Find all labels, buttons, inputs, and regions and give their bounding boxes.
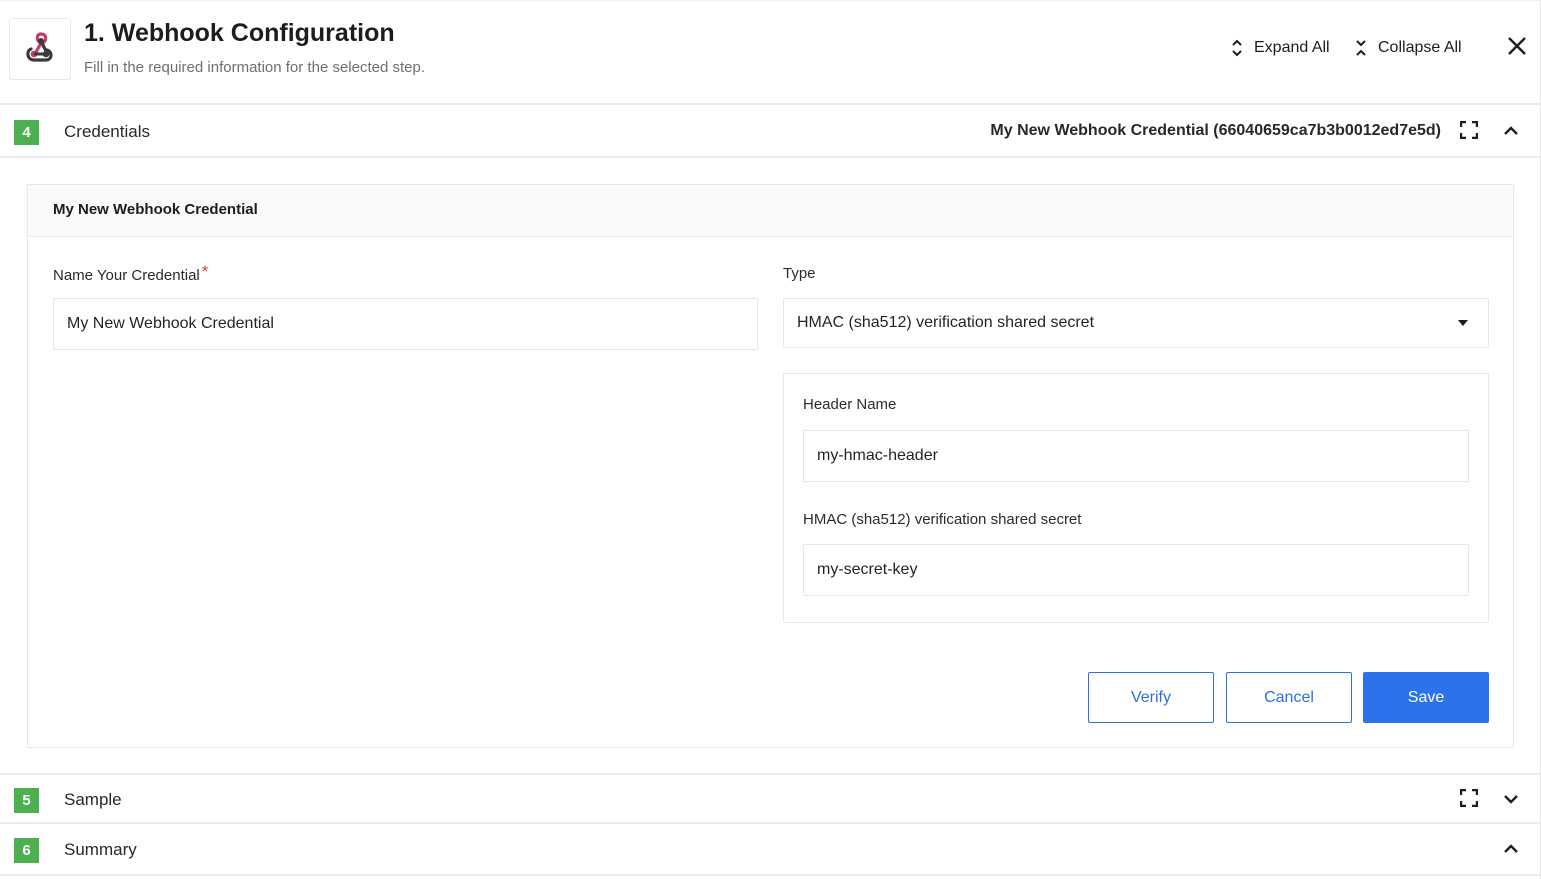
credential-name-value: My New Webhook Credential [67, 315, 274, 332]
webhook-icon [22, 29, 58, 70]
collapse-section-button[interactable] [1500, 839, 1522, 861]
section-label: Credentials [64, 122, 150, 141]
section-label: Sample [64, 790, 122, 809]
step-badge: 6 [14, 838, 39, 863]
selected-credential: My New Webhook Credential (66040659ca7b3… [990, 122, 1441, 139]
save-button[interactable]: Save [1363, 672, 1489, 723]
close-icon [1507, 36, 1527, 61]
page-title: 1. Webhook Configuration [84, 19, 395, 47]
fullscreen-icon [1459, 120, 1479, 144]
expand-vertical-icon [1229, 38, 1245, 58]
fullscreen-icon [1459, 788, 1479, 812]
collapse-all-label: Collapse All [1378, 39, 1462, 56]
hmac-settings-panel: Header Name my-hmac-header HMAC (sha512)… [783, 373, 1489, 623]
credential-name-input[interactable]: My New Webhook Credential [53, 298, 758, 350]
secret-input[interactable]: my-secret-key [803, 544, 1469, 596]
close-button[interactable] [1505, 36, 1529, 60]
chevron-up-icon [1503, 123, 1519, 141]
required-mark: * [201, 262, 209, 281]
collapse-section-button[interactable] [1500, 121, 1522, 143]
type-label: Type [783, 265, 816, 282]
step-badge: 4 [14, 120, 39, 145]
step-logo [9, 18, 71, 80]
secret-label: HMAC (sha512) verification shared secret [803, 511, 1082, 528]
section-credentials[interactable]: 4 Credentials My New Webhook Credential … [0, 107, 1540, 158]
type-select[interactable]: HMAC (sha512) verification shared secret [783, 298, 1489, 348]
name-label: Name Your Credential * [53, 262, 209, 285]
expand-all-label: Expand All [1254, 39, 1330, 56]
credential-card-title: My New Webhook Credential [28, 185, 1513, 237]
section-summary[interactable]: 6 Summary [0, 825, 1540, 876]
section-label: Summary [64, 840, 137, 859]
expand-section-button[interactable] [1500, 789, 1522, 811]
header-name-input[interactable]: my-hmac-header [803, 430, 1469, 482]
dropdown-caret-icon [1458, 320, 1468, 326]
header-name-value: my-hmac-header [817, 447, 938, 464]
expand-all-button[interactable]: Expand All [1229, 37, 1330, 59]
header-name-label: Header Name [803, 396, 897, 413]
cancel-button[interactable]: Cancel [1226, 672, 1352, 723]
name-label-text: Name Your Credential [53, 267, 200, 284]
fullscreen-button[interactable] [1458, 120, 1480, 144]
secret-value: my-secret-key [817, 561, 918, 578]
panel-header: 1. Webhook Configuration Fill in the req… [0, 0, 1541, 105]
type-select-value: HMAC (sha512) verification shared secret [797, 314, 1095, 331]
fullscreen-button[interactable] [1458, 788, 1480, 812]
collapse-all-button[interactable]: Collapse All [1353, 37, 1462, 59]
webhook-config-panel: 1. Webhook Configuration Fill in the req… [0, 0, 1541, 879]
chevron-up-icon [1503, 841, 1519, 859]
chevron-down-icon [1503, 791, 1519, 809]
credential-card: My New Webhook Credential Name Your Cred… [27, 184, 1514, 748]
page-subtitle: Fill in the required information for the… [84, 59, 426, 76]
collapse-vertical-icon [1353, 38, 1369, 58]
verify-button[interactable]: Verify [1088, 672, 1214, 723]
section-sample[interactable]: 5 Sample [0, 773, 1540, 824]
step-badge: 5 [14, 788, 39, 813]
